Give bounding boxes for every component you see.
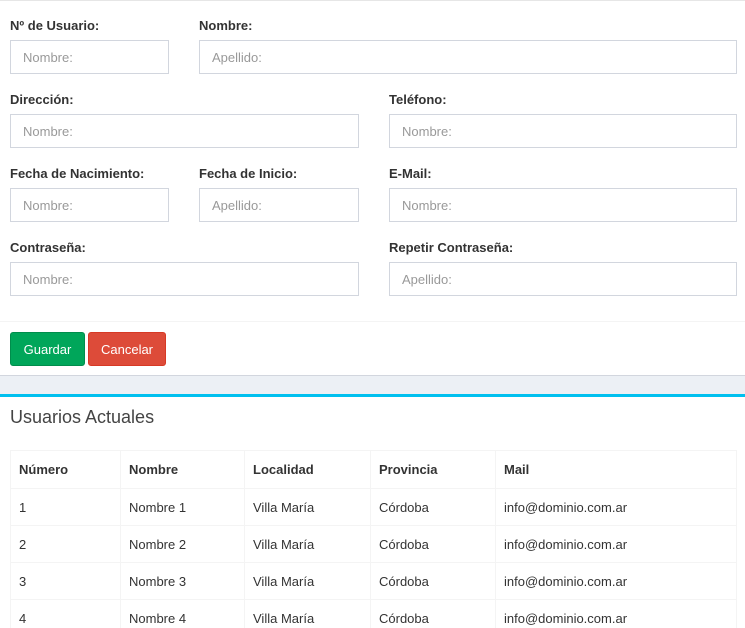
cell-localidad: Villa María	[244, 562, 371, 600]
telefono-input[interactable]	[389, 114, 737, 148]
repetir-contrasena-label: Repetir Contraseña:	[389, 240, 514, 255]
cell-nombre: Nombre 2	[120, 525, 245, 563]
table-row[interactable]: 4 Nombre 4 Villa María Córdoba info@domi…	[10, 599, 737, 628]
form-footer-divider	[0, 321, 745, 322]
nro-usuario-label: Nº de Usuario:	[10, 18, 100, 33]
table-row[interactable]: 2 Nombre 2 Villa María Córdoba info@domi…	[10, 525, 737, 563]
direccion-input[interactable]	[10, 114, 359, 148]
cell-provincia: Córdoba	[370, 599, 496, 628]
fecha-nacimiento-label: Fecha de Nacimiento:	[10, 166, 145, 181]
users-box-title: Usuarios Actuales	[10, 407, 155, 427]
cell-numero: 3	[10, 562, 121, 600]
cell-numero: 1	[10, 488, 121, 526]
repetir-contrasena-input[interactable]	[389, 262, 737, 296]
email-label: E-Mail:	[389, 166, 432, 181]
cell-mail: info@dominio.com.ar	[495, 488, 737, 526]
cell-nombre: Nombre 4	[120, 599, 245, 628]
cell-mail: info@dominio.com.ar	[495, 562, 737, 600]
cell-numero: 4	[10, 599, 121, 628]
column-header-numero: Número	[10, 450, 121, 489]
nombre-input[interactable]	[199, 40, 737, 74]
users-box: Usuarios Actuales Número Nombre Localida…	[0, 394, 745, 628]
telefono-label: Teléfono:	[389, 92, 447, 107]
nombre-label: Nombre:	[199, 18, 253, 33]
column-header-provincia: Provincia	[370, 450, 496, 489]
users-table: Número Nombre Localidad Provincia Mail 1…	[10, 450, 737, 628]
cell-localidad: Villa María	[244, 599, 371, 628]
contrasena-label: Contraseña:	[10, 240, 86, 255]
cell-localidad: Villa María	[244, 488, 371, 526]
fecha-inicio-input[interactable]	[199, 188, 359, 222]
save-button[interactable]: Guardar	[10, 332, 85, 366]
column-header-localidad: Localidad	[244, 450, 371, 489]
table-row[interactable]: 1 Nombre 1 Villa María Córdoba info@domi…	[10, 488, 737, 526]
fecha-nacimiento-input[interactable]	[10, 188, 169, 222]
table-row[interactable]: 3 Nombre 3 Villa María Córdoba info@domi…	[10, 562, 737, 600]
table-header-row: Número Nombre Localidad Provincia Mail	[10, 450, 737, 489]
column-header-nombre: Nombre	[120, 450, 245, 489]
cell-provincia: Córdoba	[370, 525, 496, 563]
cancel-button[interactable]: Cancelar	[88, 332, 166, 366]
cell-nombre: Nombre 1	[120, 488, 245, 526]
column-header-mail: Mail	[495, 450, 737, 489]
user-form: Nº de Usuario: Nombre: Dirección: Teléfo…	[0, 0, 745, 376]
direccion-label: Dirección:	[10, 92, 74, 107]
cell-localidad: Villa María	[244, 525, 371, 563]
contrasena-input[interactable]	[10, 262, 359, 296]
cell-numero: 2	[10, 525, 121, 563]
cell-mail: info@dominio.com.ar	[495, 525, 737, 563]
fecha-inicio-label: Fecha de Inicio:	[199, 166, 298, 181]
email-input[interactable]	[389, 188, 737, 222]
cell-provincia: Córdoba	[370, 488, 496, 526]
cell-mail: info@dominio.com.ar	[495, 599, 737, 628]
nro-usuario-input[interactable]	[10, 40, 169, 74]
cell-nombre: Nombre 3	[120, 562, 245, 600]
cell-provincia: Córdoba	[370, 562, 496, 600]
